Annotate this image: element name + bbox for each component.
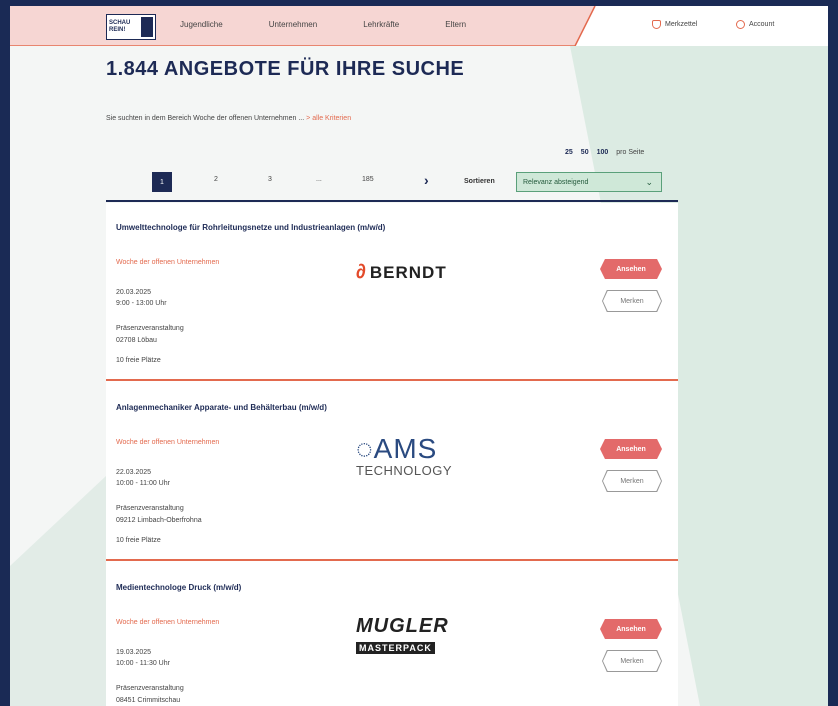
company-logo-berndt: ∂ BERNDT [356,261,447,284]
ams-subline: TECHNOLOGY [356,463,453,478]
search-info: Sie suchten in dem Bereich Woche der off… [106,115,351,122]
company-logo-mugler: MUGLER MASTERPACK [356,615,449,656]
result-location: 09212 Limbach-Oberfrohna [116,517,202,524]
main-nav: Jugendliche Unternehmen Lehrkräfte Elter… [180,20,512,29]
site-header: SCHAU REIN! Jugendliche Unternehmen Lehrk… [10,6,828,46]
result-category: Woche der offenen Unternehmen [116,259,220,266]
heart-icon [652,20,661,29]
page-frame: SCHAU REIN! Jugendliche Unternehmen Lehrk… [10,6,828,706]
ams-wordmark: ◌AMS [356,433,452,465]
result-time: 10:00 - 11:00 Uhr [116,480,170,487]
per-page-25[interactable]: 25 [565,149,573,156]
save-button[interactable]: Merken [603,291,661,311]
pagination-bar: 1 2 3 ... 185 › Sortieren Relevanz abste… [106,170,678,198]
result-seats: 10 freie Plätze [116,357,161,364]
result-type: Präsenzveranstaltung [116,685,184,692]
account-label: Account [749,21,775,28]
all-criteria-link[interactable]: > alle Kriterien [306,115,351,122]
sort-label: Sortieren [464,178,495,185]
result-date: 22.03.2025 [116,469,152,476]
per-page-selector: 25 50 100 pro Seite [565,149,644,156]
result-title[interactable]: Anlagenmechaniker Apparate- und Behälter… [116,403,327,412]
result-category: Woche der offenen Unternehmen [116,439,220,446]
per-page-50[interactable]: 50 [581,149,589,156]
per-page-label: pro Seite [616,149,645,156]
result-time: 9:00 - 13:00 Uhr [116,300,167,307]
view-button[interactable]: Ansehen [600,259,662,279]
result-date: 19.03.2025 [116,649,152,656]
search-info-text: Sie suchten in dem Bereich Woche der off… [106,115,305,122]
company-logo-ams: ◌AMS TECHNOLOGY [356,433,452,478]
result-location: 02708 Löbau [116,337,157,344]
nav-eltern[interactable]: Eltern [445,20,466,29]
ams-ring-icon: ◌ [356,433,374,464]
logo-mark-icon [141,17,153,37]
result-title[interactable]: Umwelttechnologe für Rohrleitungsnetze u… [116,223,385,232]
page-ellipsis: ... [316,176,322,183]
page-185[interactable]: 185 [362,176,374,183]
result-location-block: Präsenzveranstaltung 02708 Löbau [116,323,184,347]
result-time: 10:00 - 11:30 Uhr [116,660,170,667]
result-datetime: 22.03.2025 10:00 - 11:00 Uhr [116,467,170,489]
mugler-wordmark: MUGLER [356,615,449,637]
result-card-1: Umwelttechnologe für Rohrleitungsnetze u… [106,203,678,381]
result-datetime: 19.03.2025 10:00 - 11:30 Uhr [116,647,170,669]
result-datetime: 20.03.2025 9:00 - 13:00 Uhr [116,287,167,309]
ams-name: AMS [373,433,438,464]
page-1[interactable]: 1 [152,172,172,192]
result-card-2: Anlagenmechaniker Apparate- und Behälter… [106,383,678,561]
merkzettel-link[interactable]: Merkzettel [652,20,697,29]
save-button[interactable]: Merken [603,471,661,491]
pager-divider [106,200,678,202]
result-type: Präsenzveranstaltung [116,505,184,512]
result-title[interactable]: Medientechnologe Druck (m/w/d) [116,583,241,592]
result-seats: 10 freie Plätze [116,537,161,544]
site-logo[interactable]: SCHAU REIN! [106,14,156,40]
page-3[interactable]: 3 [268,176,272,183]
mugler-subline: MASTERPACK [356,642,435,654]
view-button[interactable]: Ansehen [600,619,662,639]
result-location-block: Präsenzveranstaltung 09212 Limbach-Oberf… [116,503,202,527]
account-link[interactable]: Account [736,20,774,29]
save-button[interactable]: Merken [603,651,661,671]
user-icon [736,20,745,29]
nav-lehrkraefte[interactable]: Lehrkräfte [363,20,399,29]
result-date: 20.03.2025 [116,289,152,296]
nav-jugendliche[interactable]: Jugendliche [180,20,223,29]
view-button[interactable]: Ansehen [600,439,662,459]
next-page-icon[interactable]: › [424,172,429,188]
sort-select[interactable]: Relevanz absteigend ⌄ [516,172,662,192]
logo-wordmark: SCHAU REIN! [109,20,131,33]
nav-unternehmen[interactable]: Unternehmen [269,20,317,29]
berndt-wordmark: BERNDT [369,262,447,282]
merkzettel-label: Merkzettel [665,21,698,28]
page-2[interactable]: 2 [214,176,218,183]
per-page-100[interactable]: 100 [597,149,609,156]
result-card-3: Medientechnologe Druck (m/w/d) Woche der… [106,563,678,706]
result-location-block: Präsenzveranstaltung 08451 Crimmitschau [116,683,184,706]
chevron-down-icon: ⌄ [645,177,653,187]
result-category: Woche der offenen Unternehmen [116,619,220,626]
sort-value: Relevanz absteigend [523,179,589,186]
results-list: Umwelttechnologe für Rohrleitungsnetze u… [106,203,678,706]
berndt-mark-icon: ∂ [356,261,367,283]
result-location: 08451 Crimmitschau [116,697,181,704]
result-type: Präsenzveranstaltung [116,325,184,332]
page-title: 1.844 ANGEBOTE FÜR IHRE SUCHE [106,58,465,80]
